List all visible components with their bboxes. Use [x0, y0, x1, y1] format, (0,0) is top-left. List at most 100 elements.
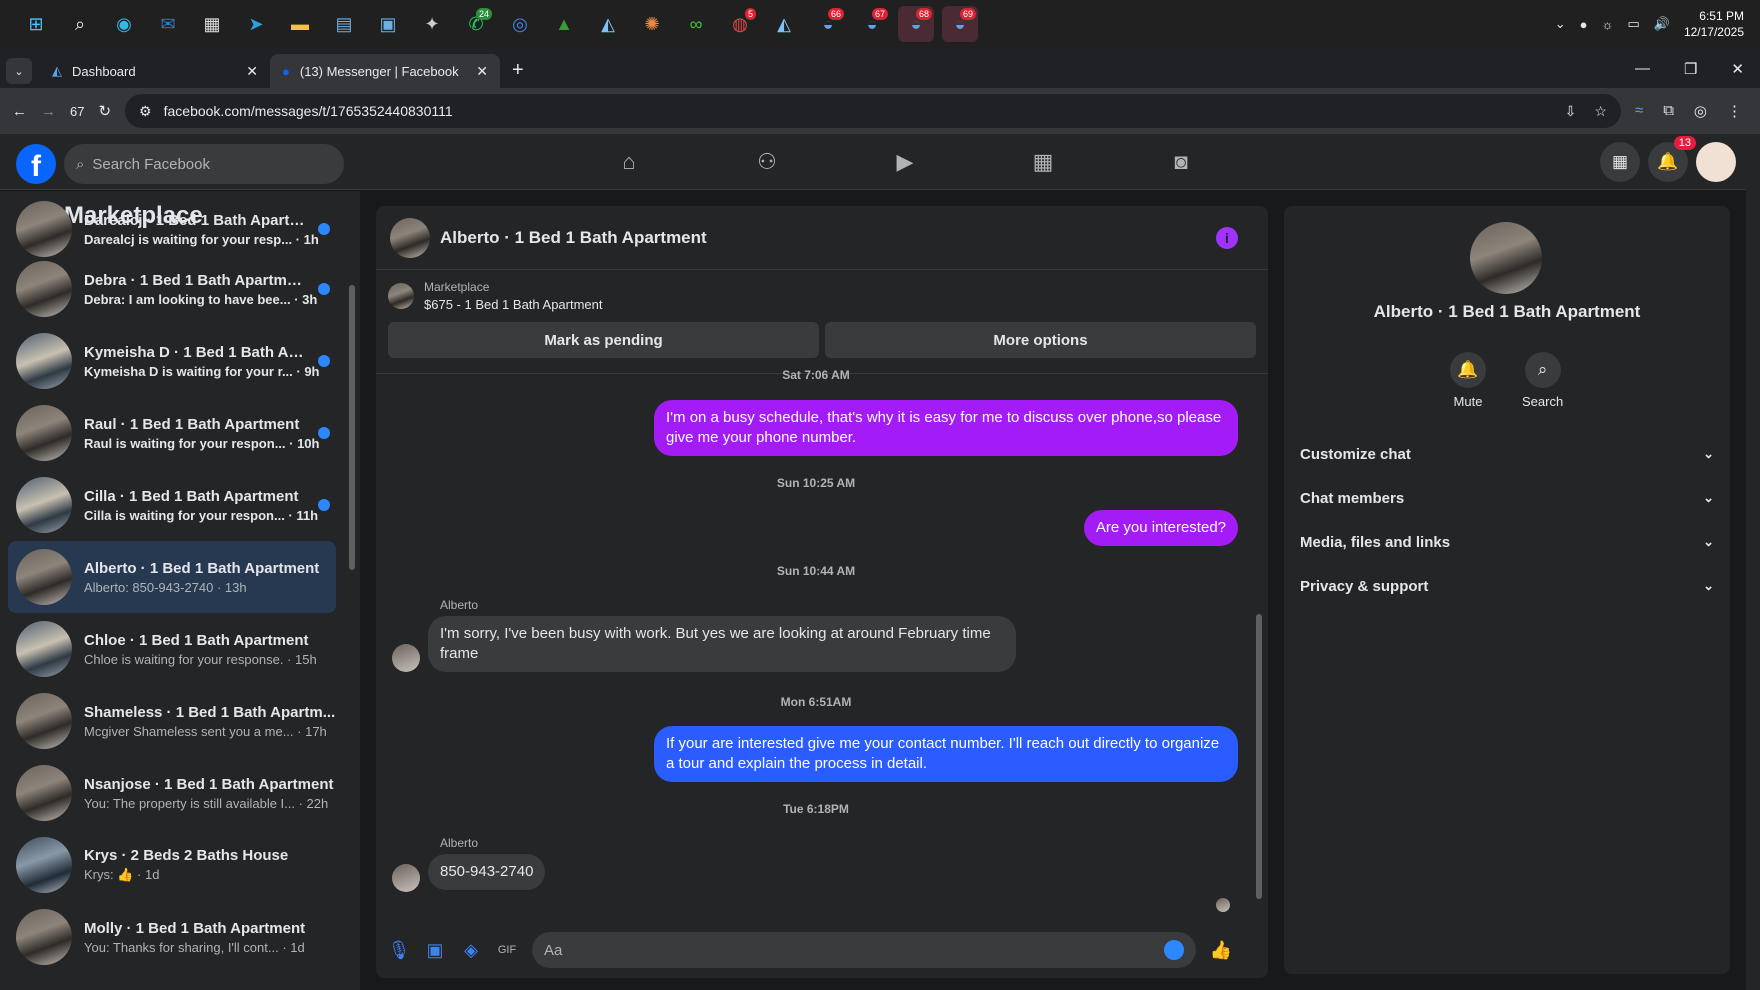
tab-search-button[interactable]: ⌄: [6, 58, 32, 84]
search-chat-button[interactable]: ⌕ Search: [1522, 352, 1563, 409]
microphone-icon[interactable]: 🎙: [388, 939, 411, 961]
marketplace-icon[interactable]: ▦: [974, 134, 1112, 190]
close-icon[interactable]: ✕: [476, 63, 488, 80]
profile-app-icon[interactable]: ◒ 67: [854, 6, 890, 42]
list-item[interactable]: Cilla · 1 Bed 1 Bath Apartment Cilla is w…: [8, 469, 336, 541]
home-icon[interactable]: ⌂: [560, 134, 698, 190]
chevron-up-icon[interactable]: ⌄: [1555, 16, 1566, 32]
chrome-icon[interactable]: ◍ 5: [722, 6, 758, 42]
tool-icon[interactable]: ✦: [414, 6, 450, 42]
chat-avatar[interactable]: [390, 217, 430, 258]
glasses-icon[interactable]: ∞: [678, 6, 714, 42]
message-outgoing[interactable]: I'm on a busy schedule, that's why it is…: [654, 400, 1238, 456]
whatsapp-icon[interactable]: ✆ 24: [458, 6, 494, 42]
start-icon[interactable]: ⊞: [18, 6, 54, 42]
menu-grid-icon[interactable]: ▦: [1600, 142, 1640, 182]
brightness-icon[interactable]: ☼: [1602, 17, 1614, 32]
list-item[interactable]: Krys · 2 Beds 2 Baths House Krys: 👍 · 1d: [8, 829, 336, 901]
message-outgoing[interactable]: Are you interested?: [1083, 510, 1238, 546]
list-item[interactable]: Chloe · 1 Bed 1 Bath Apartment Chloe is w…: [8, 613, 336, 685]
mute-button[interactable]: 🔔 Mute: [1450, 352, 1486, 409]
gif-icon[interactable]: GIF: [496, 939, 518, 961]
volume-icon[interactable]: 🔊: [1654, 16, 1670, 32]
profile-app-icon[interactable]: ◒ 69: [942, 6, 978, 42]
facebook-logo[interactable]: f: [16, 144, 56, 184]
clock[interactable]: 6:51 PM 12/17/2025: [1684, 8, 1744, 40]
restore-icon[interactable]: ❐: [1684, 60, 1697, 78]
new-tab-button[interactable]: +: [512, 59, 524, 82]
edge-icon[interactable]: ◉: [106, 6, 142, 42]
mark-pending-button[interactable]: Mark as pending: [388, 322, 819, 358]
sail-icon-2[interactable]: ◭: [766, 6, 802, 42]
info-icon[interactable]: i: [1216, 226, 1238, 249]
notepad-icon[interactable]: ▤: [326, 6, 362, 42]
scrollbar-thumb[interactable]: [349, 285, 355, 570]
list-item[interactable]: Raul · 1 Bed 1 Bath Apartment Raul is wai…: [8, 397, 336, 469]
message-input[interactable]: Aa: [532, 932, 1196, 968]
chat-title[interactable]: Alberto · 1 Bed 1 Bath Apartment: [440, 228, 707, 248]
media-files-links-section[interactable]: Media, files and links ⌄: [1294, 520, 1720, 564]
page-scrollbar[interactable]: [1746, 134, 1760, 990]
customize-chat-section[interactable]: Customize chat ⌄: [1294, 432, 1720, 476]
video-icon[interactable]: ▶: [836, 134, 974, 190]
listing-thumbnail[interactable]: [388, 283, 414, 309]
listing-price[interactable]: $675 - 1 Bed 1 Bath Apartment: [424, 297, 603, 312]
telegram-icon[interactable]: ➤: [238, 6, 274, 42]
search-icon[interactable]: ⌕: [62, 6, 98, 42]
profile-app-icon[interactable]: ◒ 66: [810, 6, 846, 42]
menu-icon[interactable]: ⋮: [1727, 102, 1742, 120]
back-icon[interactable]: ←: [12, 103, 27, 120]
color-wheel-icon[interactable]: ✺: [634, 6, 670, 42]
sender-avatar[interactable]: [392, 644, 420, 672]
message-incoming[interactable]: I'm sorry, I've been busy with work. But…: [428, 616, 1016, 672]
profile-avatar[interactable]: [1696, 142, 1736, 182]
sender-avatar[interactable]: [392, 864, 420, 892]
message-outgoing[interactable]: If your are interested give me your cont…: [654, 726, 1238, 782]
reload-icon[interactable]: ↻: [98, 102, 111, 120]
chat-members-section[interactable]: Chat members ⌄: [1294, 476, 1720, 520]
puzzle-icon[interactable]: ⧉: [1663, 102, 1674, 120]
message-incoming[interactable]: 850-943-2740: [428, 854, 546, 890]
thumbs-up-icon[interactable]: 👍: [1210, 939, 1232, 961]
privacy-support-section[interactable]: Privacy & support ⌄: [1294, 564, 1720, 608]
display-icon[interactable]: ▭: [1627, 16, 1639, 32]
scrollbar-thumb[interactable]: [1256, 614, 1262, 899]
photo-icon[interactable]: ▣: [424, 939, 446, 961]
list-item[interactable]: Debra · 1 Bed 1 Bath Apartment Debra: I a…: [8, 253, 336, 325]
list-item[interactable]: Nsanjose · 1 Bed 1 Bath Apartment You: Th…: [8, 757, 336, 829]
sail-icon[interactable]: ◭: [590, 6, 626, 42]
profile-icon[interactable]: ◎: [1694, 102, 1707, 120]
friends-icon[interactable]: ⚇: [698, 134, 836, 190]
store-icon[interactable]: ▦: [194, 6, 230, 42]
url-field[interactable]: ⚙ facebook.com/messages/t/17653524408301…: [125, 94, 1621, 128]
profile-app-icon[interactable]: ◒ 68: [898, 6, 934, 42]
emoji-icon[interactable]: [1164, 940, 1184, 960]
details-avatar[interactable]: [1470, 222, 1542, 294]
notifications-icon[interactable]: 🔔 13: [1648, 136, 1696, 182]
list-item[interactable]: Kymeisha D · 1 Bed 1 Bath Apa... Kymeisha…: [8, 325, 336, 397]
list-item[interactable]: Shameless · 1 Bed 1 Bath Apartm... Mcgive…: [8, 685, 336, 757]
close-icon[interactable]: ✕: [246, 63, 258, 80]
close-window-icon[interactable]: ✕: [1731, 60, 1744, 78]
forward-icon[interactable]: →: [41, 103, 56, 120]
list-item-selected[interactable]: Alberto · 1 Bed 1 Bath Apartment Alberto:…: [8, 541, 336, 613]
app-icon[interactable]: ▣: [370, 6, 406, 42]
chrome-alt-icon[interactable]: ◎: [502, 6, 538, 42]
folder-icon[interactable]: ▬: [282, 6, 318, 42]
site-info-icon[interactable]: ⚙: [139, 103, 152, 120]
minimize-icon[interactable]: —: [1635, 60, 1650, 78]
star-icon[interactable]: ☆: [1594, 103, 1607, 120]
extension-icon[interactable]: ≈: [1635, 102, 1643, 120]
install-icon[interactable]: ⇩: [1565, 103, 1577, 120]
chat-scrollbar[interactable]: [1254, 374, 1264, 914]
list-item[interactable]: Molly · 1 Bed 1 Bath Apartment You: Thank…: [8, 901, 336, 973]
security-icon[interactable]: ●: [1580, 17, 1588, 32]
sticker-icon[interactable]: ◈: [460, 939, 482, 961]
outlook-icon[interactable]: ✉: [150, 6, 186, 42]
lock-app-icon[interactable]: ▲: [546, 6, 582, 42]
search-input[interactable]: ⌕ Search Facebook: [64, 144, 344, 184]
tab-dashboard[interactable]: ◭ Dashboard ✕: [40, 54, 270, 88]
tab-messenger[interactable]: ● (13) Messenger | Facebook ✕: [270, 54, 500, 88]
more-options-button[interactable]: More options: [825, 322, 1256, 358]
sidebar-scrollbar[interactable]: [348, 245, 356, 990]
